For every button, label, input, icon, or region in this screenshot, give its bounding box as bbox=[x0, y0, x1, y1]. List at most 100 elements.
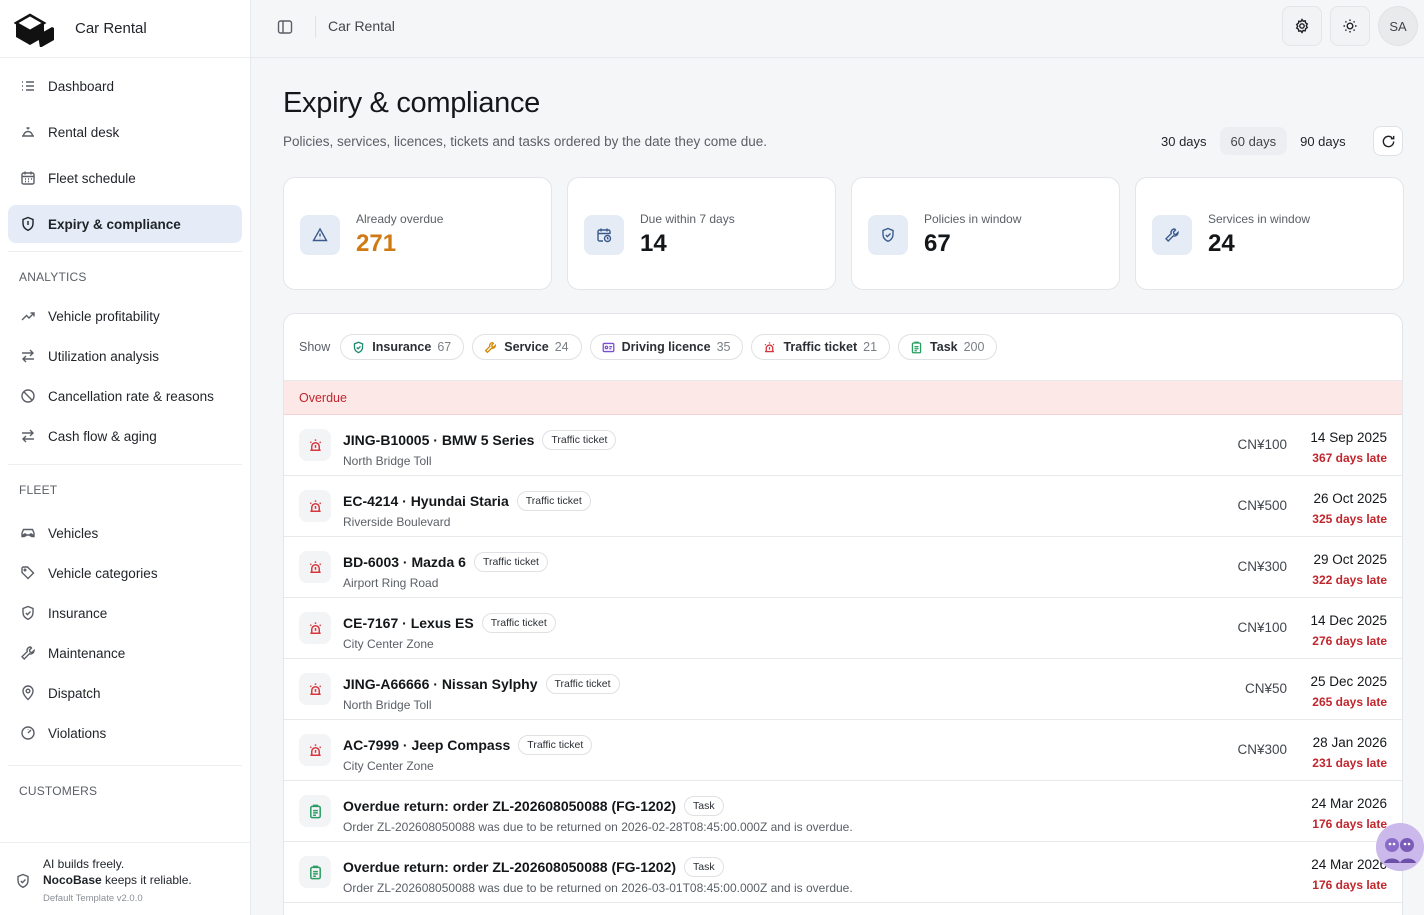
sidebar-item-insurance[interactable]: Insurance bbox=[8, 593, 242, 633]
list-item[interactable]: JING-A66666 · Nissan Sylphy Traffic ticke… bbox=[284, 659, 1402, 720]
sidebar-item-rental-desk[interactable]: Rental desk bbox=[8, 113, 242, 151]
filter-chip-service[interactable]: Service 24 bbox=[472, 334, 582, 360]
item-late-status: 276 days late bbox=[1312, 634, 1387, 648]
item-due-date: 25 Dec 2025 bbox=[1310, 674, 1387, 689]
sidebar-item-maintenance[interactable]: Maintenance bbox=[8, 633, 242, 673]
sidebar-item-vehicle-categories[interactable]: Vehicle categories bbox=[8, 553, 242, 593]
item-name: JING-A66666 · Nissan Sylphy bbox=[343, 676, 538, 692]
sidebar-item-dashboard[interactable]: Dashboard bbox=[8, 67, 242, 105]
ai-assistant-button[interactable] bbox=[1376, 823, 1424, 871]
item-title: BD-6003 · Mazda 6 Traffic ticket bbox=[343, 552, 548, 572]
card-value: 271 bbox=[356, 230, 397, 257]
sidebar-item-label: Insurance bbox=[48, 605, 108, 621]
item-title: CE-7167 · Lexus ES Traffic ticket bbox=[343, 613, 556, 633]
item-late-status: 322 days late bbox=[1312, 573, 1387, 587]
sidebar-item-dispatch[interactable]: Dispatch bbox=[8, 673, 242, 713]
list-item[interactable]: Overdue return: order ZL-202608050088 (F… bbox=[284, 842, 1402, 903]
brand[interactable]: Car Rental bbox=[0, 0, 250, 58]
sidebar-item-expiry-compliance[interactable]: Expiry & compliance bbox=[8, 205, 242, 243]
list-item[interactable]: EC-4214 · Hyundai Staria Traffic ticket R… bbox=[284, 476, 1402, 537]
item-amount: CN¥300 bbox=[1237, 742, 1287, 757]
main-nav: Dashboard Rental desk Fleet schedule Exp… bbox=[0, 58, 250, 804]
filter-chip-driving-licence[interactable]: Driving licence 35 bbox=[589, 334, 744, 360]
car-icon bbox=[20, 525, 36, 541]
siren-icon bbox=[299, 429, 331, 461]
chip-count: 24 bbox=[554, 340, 569, 354]
sidebar-item-cancellation-rate[interactable]: Cancellation rate & reasons bbox=[8, 376, 242, 416]
breadcrumb[interactable]: Car Rental bbox=[328, 18, 395, 34]
settings-button[interactable] bbox=[1282, 6, 1322, 46]
card-services-in-window: Services in window 24 bbox=[1135, 177, 1404, 290]
group-header-overdue: Overdue bbox=[284, 381, 1402, 415]
compliance-list-panel: Show Insurance 67 Service 24 Driving licen… bbox=[283, 313, 1403, 915]
refresh-icon bbox=[1382, 135, 1394, 147]
chip-label: Traffic ticket bbox=[783, 340, 858, 354]
sidebar-item-cash-flow[interactable]: Cash flow & aging bbox=[8, 416, 242, 456]
card-policies-in-window: Policies in window 67 bbox=[851, 177, 1120, 290]
sidebar: Car Rental Dashboard Rental desk Fleet s… bbox=[0, 0, 251, 915]
sidebar-item-label: Dispatch bbox=[48, 685, 101, 701]
swap-icon bbox=[20, 348, 36, 364]
range-30-days[interactable]: 30 days bbox=[1150, 127, 1218, 155]
chip-count: 21 bbox=[863, 340, 878, 354]
list-item[interactable]: BD-6003 · Mazda 6 Traffic ticket Airport … bbox=[284, 537, 1402, 598]
list-item[interactable]: CE-7167 · Lexus ES Traffic ticket City Ce… bbox=[284, 598, 1402, 659]
shield-icon bbox=[20, 216, 36, 232]
filter-chip-insurance[interactable]: Insurance 67 bbox=[340, 334, 465, 360]
tags-icon bbox=[20, 565, 36, 581]
sidebar-item-label: Fleet schedule bbox=[48, 170, 136, 186]
page-title: Expiry & compliance bbox=[283, 87, 541, 119]
wrench-icon bbox=[20, 645, 36, 661]
filter-chip-traffic-ticket[interactable]: Traffic ticket 21 bbox=[751, 334, 891, 360]
item-late-status: 367 days late bbox=[1312, 451, 1387, 465]
range-90-days[interactable]: 90 days bbox=[1289, 127, 1357, 155]
list-item[interactable]: JING-B10005 · BMW 5 Series Traffic ticket… bbox=[284, 415, 1402, 476]
theme-toggle-button[interactable] bbox=[1330, 6, 1370, 46]
range-60-days[interactable]: 60 days bbox=[1219, 127, 1288, 155]
item-type-tag: Traffic ticket bbox=[481, 613, 556, 633]
main-content: Expiry & compliance Policies, services, … bbox=[251, 58, 1424, 915]
item-title: AC-7999 · Jeep Compass Traffic ticket bbox=[343, 735, 593, 755]
item-type-tag: Traffic ticket bbox=[473, 552, 548, 572]
ban-icon bbox=[20, 388, 36, 404]
alert-triangle-icon bbox=[300, 215, 340, 255]
shield-icon bbox=[20, 605, 36, 621]
list-item[interactable]: AC-7999 · Jeep Compass Traffic ticket Cit… bbox=[284, 720, 1402, 781]
sidebar-item-violations[interactable]: Violations bbox=[8, 713, 242, 753]
calendar-icon bbox=[20, 170, 36, 186]
card-label: Policies in window bbox=[924, 212, 1022, 226]
item-late-status: 176 days late bbox=[1312, 817, 1387, 831]
sidebar-item-vehicles[interactable]: Vehicles bbox=[8, 513, 242, 553]
item-subtitle: North Bridge Toll bbox=[343, 454, 432, 468]
item-name: BD-6003 · Mazda 6 bbox=[343, 554, 466, 570]
sidebar-toggle-icon[interactable] bbox=[276, 18, 294, 36]
sidebar-item-utilization-analysis[interactable]: Utilization analysis bbox=[8, 336, 242, 376]
sidebar-item-label: Vehicle profitability bbox=[48, 308, 160, 324]
sidebar-item-vehicle-profitability[interactable]: Vehicle profitability bbox=[8, 296, 242, 336]
card-label: Services in window bbox=[1208, 212, 1311, 226]
sidebar-item-fleet-schedule[interactable]: Fleet schedule bbox=[8, 159, 242, 197]
page-subtitle: Policies, services, licences, tickets an… bbox=[283, 134, 767, 149]
item-amount: CN¥300 bbox=[1237, 559, 1287, 574]
footer-tagline: AI builds freely. bbox=[43, 857, 125, 871]
footer-brand: NocoBase bbox=[43, 873, 102, 887]
avatar[interactable]: SA bbox=[1378, 6, 1418, 46]
siren-icon bbox=[299, 673, 331, 705]
item-type-tag: Traffic ticket bbox=[516, 491, 591, 511]
chip-count: 35 bbox=[716, 340, 731, 354]
item-name: JING-B10005 · BMW 5 Series bbox=[343, 432, 535, 448]
gear-icon bbox=[1295, 18, 1309, 34]
siren-icon bbox=[299, 734, 331, 766]
sidebar-item-label: Dashboard bbox=[48, 78, 115, 94]
map-pin-icon bbox=[20, 685, 36, 701]
refresh-button[interactable] bbox=[1373, 126, 1403, 156]
filter-chip-task[interactable]: Task 200 bbox=[898, 334, 998, 360]
shield-check-icon bbox=[15, 873, 31, 889]
siren-icon bbox=[299, 490, 331, 522]
chip-label: Insurance bbox=[372, 340, 432, 354]
clipboard-icon bbox=[910, 341, 923, 354]
list-item[interactable]: Overdue return: order ZL-202608050088 (F… bbox=[284, 781, 1402, 842]
siren-icon bbox=[763, 341, 776, 354]
footer-version: Default Template v2.0.0 bbox=[43, 893, 143, 904]
item-name: Overdue return: order ZL-202608050088 (F… bbox=[343, 798, 677, 814]
